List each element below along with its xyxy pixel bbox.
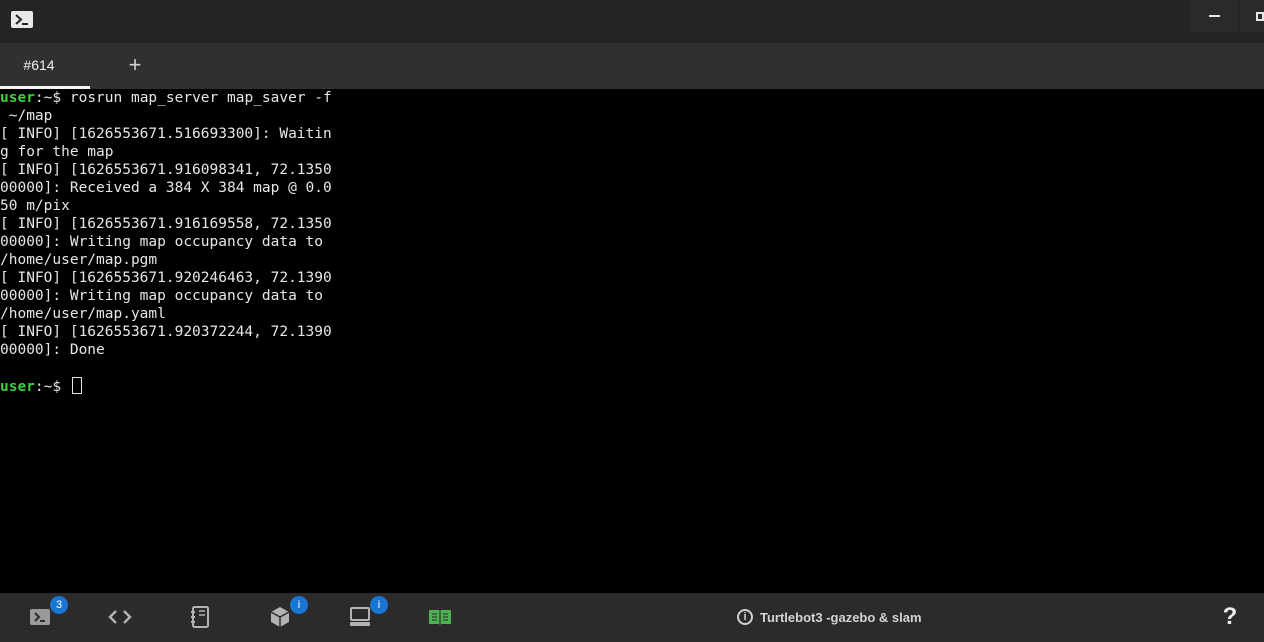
output-line: [ INFO] [1626553671.920372244, 72.1390	[0, 324, 332, 340]
output-line: 00000]: Received a 384 X 384 map @ 0.0	[0, 180, 332, 196]
minimize-button[interactable]	[1190, 0, 1238, 32]
active-prompt-line[interactable]: user:~$	[0, 377, 1264, 395]
simulation-badge: i	[290, 596, 308, 614]
desktop-badge: i	[370, 596, 388, 614]
add-tab-button[interactable]: +	[122, 52, 148, 78]
output-line: 00000]: Done	[0, 342, 105, 358]
tab-bar: #614 +	[0, 43, 1264, 89]
output-line: ~/map	[0, 108, 53, 124]
command-text: rosrun map_server map_saver -f	[61, 90, 332, 106]
tab-label: #614	[23, 56, 55, 73]
prompt-user: user	[0, 379, 35, 395]
output-line: [ INFO] [1626553671.516693300]: Waitin	[0, 126, 332, 142]
desktop-button[interactable]	[347, 604, 373, 630]
output-line: /home/user/map.pgm	[0, 252, 158, 268]
maximize-icon	[1256, 11, 1264, 21]
info-icon: i	[737, 609, 753, 625]
simulation-button[interactable]	[267, 604, 293, 630]
terminal-output[interactable]: user:~$ rosrun map_server map_saver -f ~…	[0, 89, 1264, 593]
output-line: /home/user/map.yaml	[0, 306, 166, 322]
code-editor-button[interactable]	[107, 604, 133, 630]
output-line: g for the map	[0, 144, 114, 160]
output-line: [ INFO] [1626553671.916098341, 72.1350	[0, 162, 332, 178]
output-line: [ INFO] [1626553671.920246463, 72.1390	[0, 270, 332, 286]
notebook-button[interactable]	[187, 604, 213, 630]
shell-icon	[30, 609, 50, 625]
minimize-icon	[1208, 15, 1220, 17]
tab-614[interactable]: #614	[0, 43, 90, 89]
output-line: 50 m/pix	[0, 198, 70, 214]
prompt-user: user	[0, 90, 35, 106]
output-line: [ INFO] [1626553671.916169558, 72.1350	[0, 216, 332, 232]
output-line: 00000]: Writing map occupancy data to	[0, 288, 324, 304]
help-button[interactable]: ?	[1218, 602, 1242, 632]
code-icon	[108, 610, 132, 624]
title-bar	[0, 0, 1264, 43]
terminal-cursor	[71, 377, 82, 394]
terminal-icon	[11, 11, 33, 28]
output-line: 00000]: Writing map occupancy data to	[0, 234, 324, 250]
shell-badge: 3	[50, 596, 68, 614]
notebook-icon	[191, 606, 209, 628]
desktop-icon	[350, 607, 370, 626]
course-notebook-button[interactable]	[427, 604, 453, 630]
bottom-toolbar: 3 i i i Turtlebot3 -gazebo & slam ?	[0, 593, 1264, 642]
prompt-symbol: :~$	[34, 379, 62, 395]
book-icon	[429, 610, 451, 625]
project-title: Turtlebot3 -gazebo & slam	[760, 609, 922, 625]
shell-button[interactable]	[27, 604, 53, 630]
prompt-symbol: :~$	[34, 90, 62, 106]
command-line: user:~$ rosrun map_server map_saver -f	[0, 89, 1264, 107]
maximize-button[interactable]	[1240, 0, 1264, 32]
project-info[interactable]: i Turtlebot3 -gazebo & slam	[737, 605, 922, 629]
cube-icon	[270, 607, 290, 627]
